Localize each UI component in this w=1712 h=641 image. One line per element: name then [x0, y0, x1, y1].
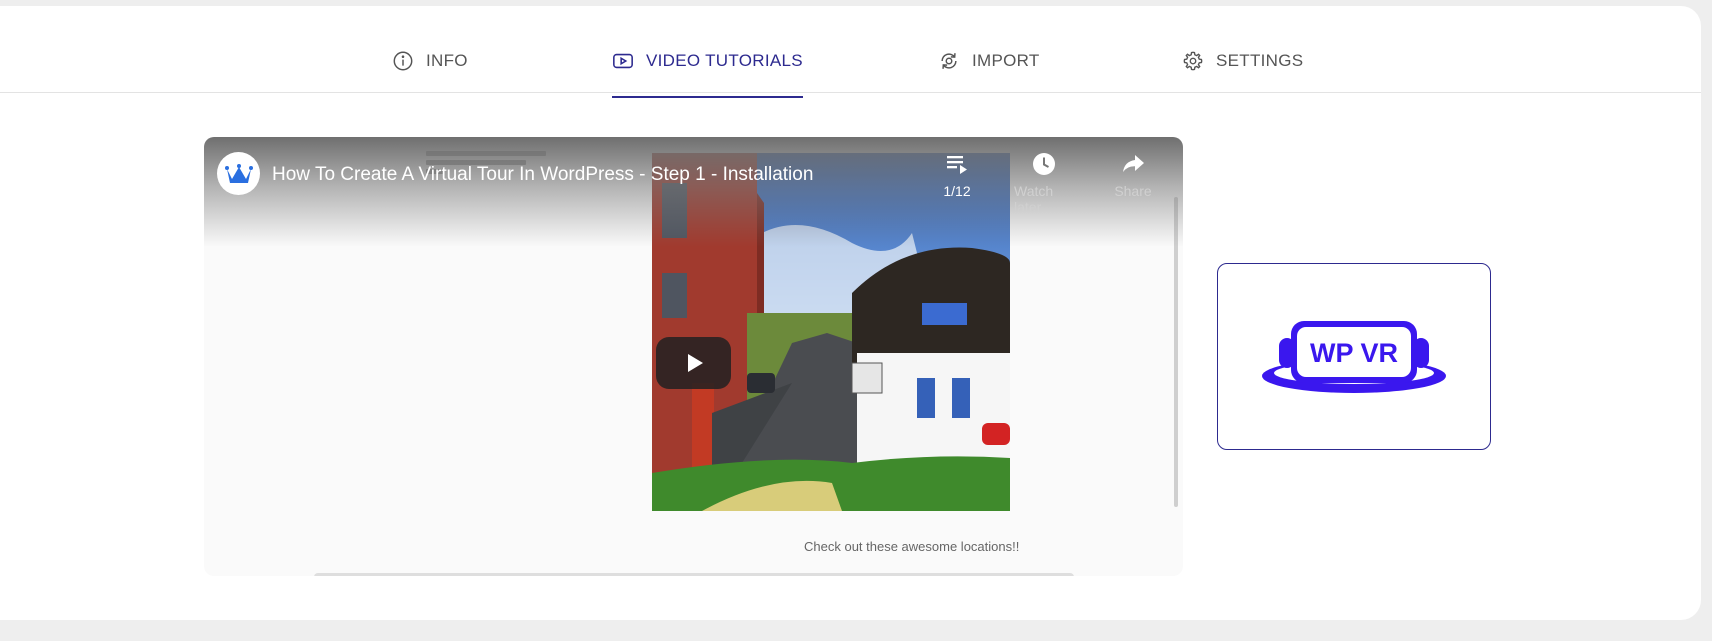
wpvr-logo-card: WP VR — [1217, 263, 1491, 450]
watch-later-label: Watch later — [1014, 183, 1054, 215]
tab-info[interactable]: INFO — [392, 50, 468, 98]
share-arrow-icon — [1123, 155, 1144, 172]
wpvr-logo-text: WP VR — [1310, 338, 1398, 368]
play-button[interactable] — [656, 337, 731, 389]
watch-later-button[interactable]: Watch later — [1014, 151, 1074, 215]
tab-video-label: VIDEO TUTORIALS — [646, 51, 803, 70]
video-player[interactable]: Check out these awesome locations!! How … — [204, 137, 1183, 576]
gear-icon — [1183, 51, 1203, 71]
tab-video-tutorials[interactable]: VIDEO TUTORIALS — [612, 50, 803, 98]
video-frame-bottom-bar — [314, 573, 1074, 576]
channel-avatar[interactable] — [217, 152, 260, 195]
tab-bar: INFO VIDEO TUTORIALS IMPORT SETTINGS — [0, 6, 1701, 98]
play-icon — [687, 354, 703, 372]
tab-settings[interactable]: SETTINGS — [1182, 50, 1303, 98]
playlist-icon — [947, 156, 967, 174]
share-label: Share — [1114, 183, 1152, 199]
import-sync-icon — [941, 53, 957, 69]
info-icon — [393, 51, 413, 71]
wpvr-logo: WP VR — [1262, 320, 1446, 393]
main-card: INFO VIDEO TUTORIALS IMPORT SETTINGS Che… — [0, 6, 1701, 620]
tab-settings-label: SETTINGS — [1216, 51, 1304, 70]
video-title[interactable]: How To Create A Virtual Tour In WordPres… — [272, 164, 813, 186]
playlist-count: 1/12 — [943, 183, 971, 199]
video-play-icon — [613, 53, 633, 69]
tab-info-label: INFO — [426, 51, 468, 70]
tab-import[interactable]: IMPORT — [938, 50, 1040, 98]
video-caption: Check out these awesome locations!! — [804, 539, 1020, 554]
tab-import-label: IMPORT — [972, 51, 1040, 70]
share-button[interactable]: Share — [1103, 151, 1163, 199]
playlist-button[interactable]: 1/12 — [927, 151, 987, 199]
clock-icon — [1033, 153, 1055, 175]
crown-logo-icon — [224, 163, 253, 183]
